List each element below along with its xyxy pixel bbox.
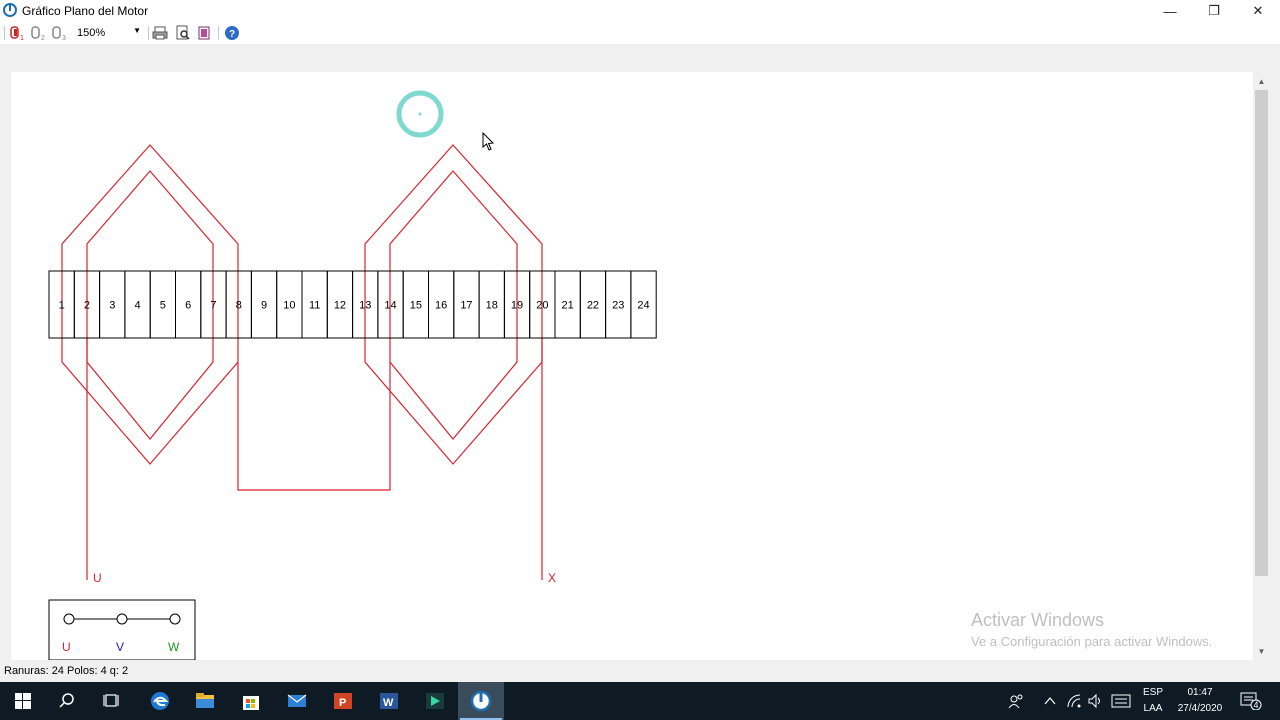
powerpoint-button[interactable]: P — [320, 682, 366, 720]
svg-text:2: 2 — [41, 35, 45, 41]
status-bar: Ranuras: 24 Polos: 4 q: 2 — [0, 660, 1280, 682]
svg-text:?: ? — [229, 29, 235, 40]
language-layout[interactable]: LAA — [1140, 703, 1166, 714]
motor-app-icon — [470, 690, 492, 712]
toolbar-separator — [148, 26, 149, 40]
edge-icon — [151, 692, 169, 710]
zoom-value: 150% — [77, 27, 106, 39]
people-icon[interactable] — [1008, 693, 1024, 709]
toolbar-separator — [218, 26, 219, 40]
language-code[interactable]: ESP — [1140, 687, 1166, 698]
toolbar-grip — [4, 26, 5, 40]
search-icon — [59, 693, 74, 708]
clock-date[interactable]: 27/4/2020 — [1172, 703, 1228, 714]
wifi-icon[interactable] — [1066, 693, 1082, 709]
clock-time[interactable]: 01:47 — [1172, 687, 1228, 698]
scroll-up-icon[interactable]: ▲ — [1255, 74, 1268, 88]
powerpoint-icon: P — [334, 693, 352, 709]
restore-button[interactable]: ❐ — [1192, 0, 1236, 22]
print-preview-icon[interactable] — [175, 25, 191, 41]
phase-3-icon[interactable]: 3 — [52, 25, 68, 41]
app-icon — [3, 3, 17, 17]
phase-2-icon[interactable]: 2 — [31, 25, 47, 41]
chevron-down-icon: ▼ — [133, 26, 141, 35]
svg-text:P: P — [339, 697, 346, 709]
folder-icon — [196, 693, 214, 708]
word-icon: W — [380, 693, 398, 709]
help-icon[interactable]: ? — [224, 25, 240, 41]
zoom-select[interactable]: 150% ▼ — [74, 24, 144, 42]
mail-button[interactable] — [274, 682, 320, 720]
motor-app-button[interactable] — [458, 682, 504, 720]
windows-logo-icon — [15, 693, 31, 709]
volume-icon[interactable] — [1088, 693, 1104, 709]
minimize-button[interactable]: — — [1148, 0, 1192, 22]
store-button[interactable] — [228, 682, 274, 720]
chevron-up-icon[interactable] — [1044, 695, 1056, 707]
word-button[interactable]: W — [366, 682, 412, 720]
search-button[interactable] — [44, 682, 90, 720]
activation-watermark-subtitle: Ve a Configuración para activar Windows. — [971, 634, 1213, 649]
task-view-icon — [103, 694, 119, 707]
close-button[interactable]: ✕ — [1236, 0, 1280, 22]
toolbar: 1 2 3 150% ▼ ? — [0, 22, 1280, 44]
filmora-button[interactable] — [412, 682, 458, 720]
notification-count: 4 — [1253, 700, 1259, 710]
task-view-button[interactable] — [89, 682, 135, 720]
store-icon — [243, 696, 259, 710]
edge-button[interactable] — [137, 682, 183, 720]
drawing-canvas — [11, 72, 1253, 660]
print-icon[interactable] — [152, 25, 168, 41]
svg-text:W: W — [383, 697, 394, 709]
svg-text:1: 1 — [20, 35, 24, 41]
keyboard-icon[interactable] — [1111, 694, 1131, 708]
title-bar: Gráfico Plano del Motor — ❐ ✕ — [0, 0, 1280, 22]
taskbar: P W ESP LAA 01:47 27/4/2020 4 — [0, 682, 1280, 720]
window-title: Gráfico Plano del Motor — [22, 4, 149, 18]
filmora-icon — [426, 693, 444, 709]
activation-watermark-title: Activar Windows — [971, 610, 1105, 630]
svg-text:3: 3 — [62, 35, 66, 41]
phase-1-icon[interactable]: 1 — [10, 25, 26, 41]
scroll-thumb[interactable] — [1255, 90, 1268, 576]
status-text: Ranuras: 24 Polos: 4 q: 2 — [4, 665, 129, 677]
scroll-down-icon[interactable]: ▼ — [1255, 644, 1268, 658]
mail-icon — [287, 694, 307, 707]
start-button[interactable] — [0, 682, 46, 720]
file-explorer-button[interactable] — [182, 682, 228, 720]
export-icon[interactable] — [196, 25, 212, 41]
